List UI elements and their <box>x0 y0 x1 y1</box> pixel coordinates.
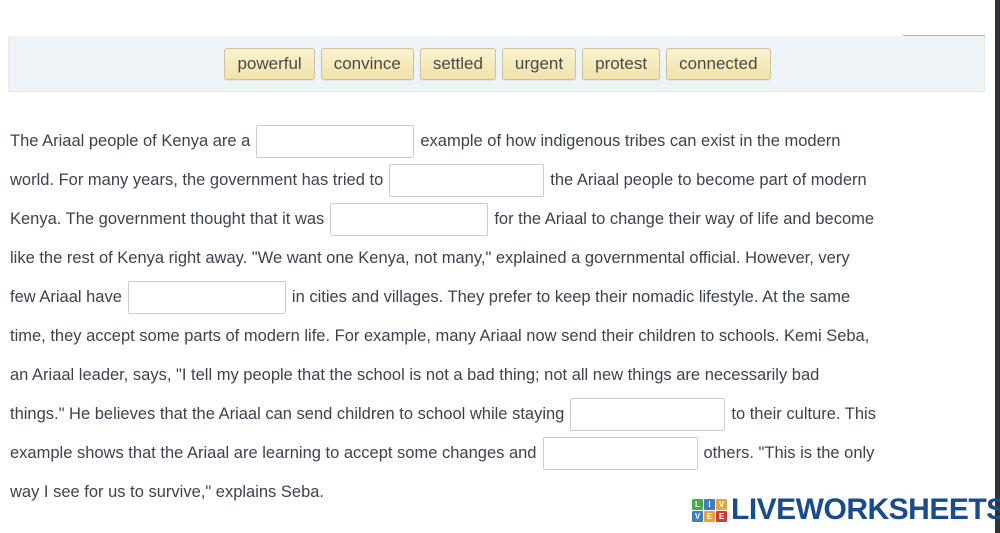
window-right-border <box>995 0 1000 533</box>
passage-text: for the Ariaal to change their way of li… <box>494 210 875 228</box>
logo-tile-l-0: L <box>692 498 703 510</box>
logo-tile-i-1: I <box>704 498 715 510</box>
word-chip-convince[interactable]: convince <box>320 48 414 80</box>
passage-text: example shows that the Ariaal are learni… <box>10 444 537 462</box>
passage-text: like the rest of Kenya right away. "We w… <box>10 249 850 267</box>
logo-tile-e-5: E <box>716 510 727 522</box>
passage-text: an Ariaal leader, says, "I tell my peopl… <box>10 366 820 384</box>
logo-tile-e-4: E <box>704 510 715 522</box>
passage-line: time, they accept some parts of modern l… <box>10 317 985 356</box>
blank-input-4[interactable] <box>127 281 286 315</box>
passage-line: things." He believes that the Ariaal can… <box>10 395 985 434</box>
passage-text: things." He believes that the Ariaal can… <box>10 405 565 423</box>
word-bank-panel: powerful convince settled urgent protest conn… <box>8 36 985 92</box>
blank-input-6[interactable] <box>542 437 698 471</box>
word-chip-urgent[interactable]: urgent <box>501 48 577 80</box>
passage-line: like the rest of Kenya right away. "We w… <box>10 239 985 278</box>
passage-text: time, they accept some parts of modern l… <box>10 327 870 345</box>
passage-text: The Ariaal people of Kenya are a <box>10 132 251 150</box>
passage-line: an Ariaal leader, says, "I tell my peopl… <box>10 356 985 395</box>
passage-line: few Ariaal have in cities and villages. T… <box>10 278 985 317</box>
passage-text: world. For many years, the government ha… <box>10 171 384 189</box>
passage-line: example shows that the Ariaal are learni… <box>10 434 985 473</box>
passage-text: to their culture. This <box>731 405 876 423</box>
blank-input-2[interactable] <box>389 164 545 198</box>
passage-text: others. "This is the only <box>703 444 875 462</box>
passage-line: world. For many years, the government ha… <box>10 161 985 200</box>
cloze-passage: The Ariaal people of Kenya are a example … <box>10 122 985 512</box>
blank-input-1[interactable] <box>256 125 415 159</box>
passage-text: the Ariaal people to become part of mode… <box>550 171 867 189</box>
passage-line: The Ariaal people of Kenya are a example … <box>10 122 985 161</box>
word-chip-connected[interactable]: connected <box>666 48 771 80</box>
passage-text: example of how indigenous tribes can exi… <box>420 132 841 150</box>
passage-text: few Ariaal have <box>10 288 122 306</box>
liveworksheets-logo-icon: LIVVEE <box>692 498 727 522</box>
blank-input-3[interactable] <box>330 203 489 237</box>
word-bank-chip-list: powerful convince settled urgent protest conn… <box>9 36 986 92</box>
logo-tile-v-3: V <box>692 510 703 522</box>
logo-tile-v-2: V <box>716 498 727 510</box>
liveworksheets-logo: LIVVEE LIVEWORKSHEETS <box>692 492 1000 528</box>
passage-text: in cities and villages. They prefer to k… <box>291 288 851 306</box>
passage-text: Kenya. The government thought that it wa… <box>10 210 325 228</box>
passage-text: way I see for us to survive," explains S… <box>10 483 325 501</box>
word-chip-powerful[interactable]: powerful <box>224 48 315 80</box>
passage-line: Kenya. The government thought that it wa… <box>10 200 985 239</box>
blank-input-5[interactable] <box>570 398 726 432</box>
word-chip-protest[interactable]: protest <box>582 48 661 80</box>
liveworksheets-logo-text: LIVEWORKSHEETS <box>731 493 1000 526</box>
word-chip-settled[interactable]: settled <box>419 48 496 80</box>
